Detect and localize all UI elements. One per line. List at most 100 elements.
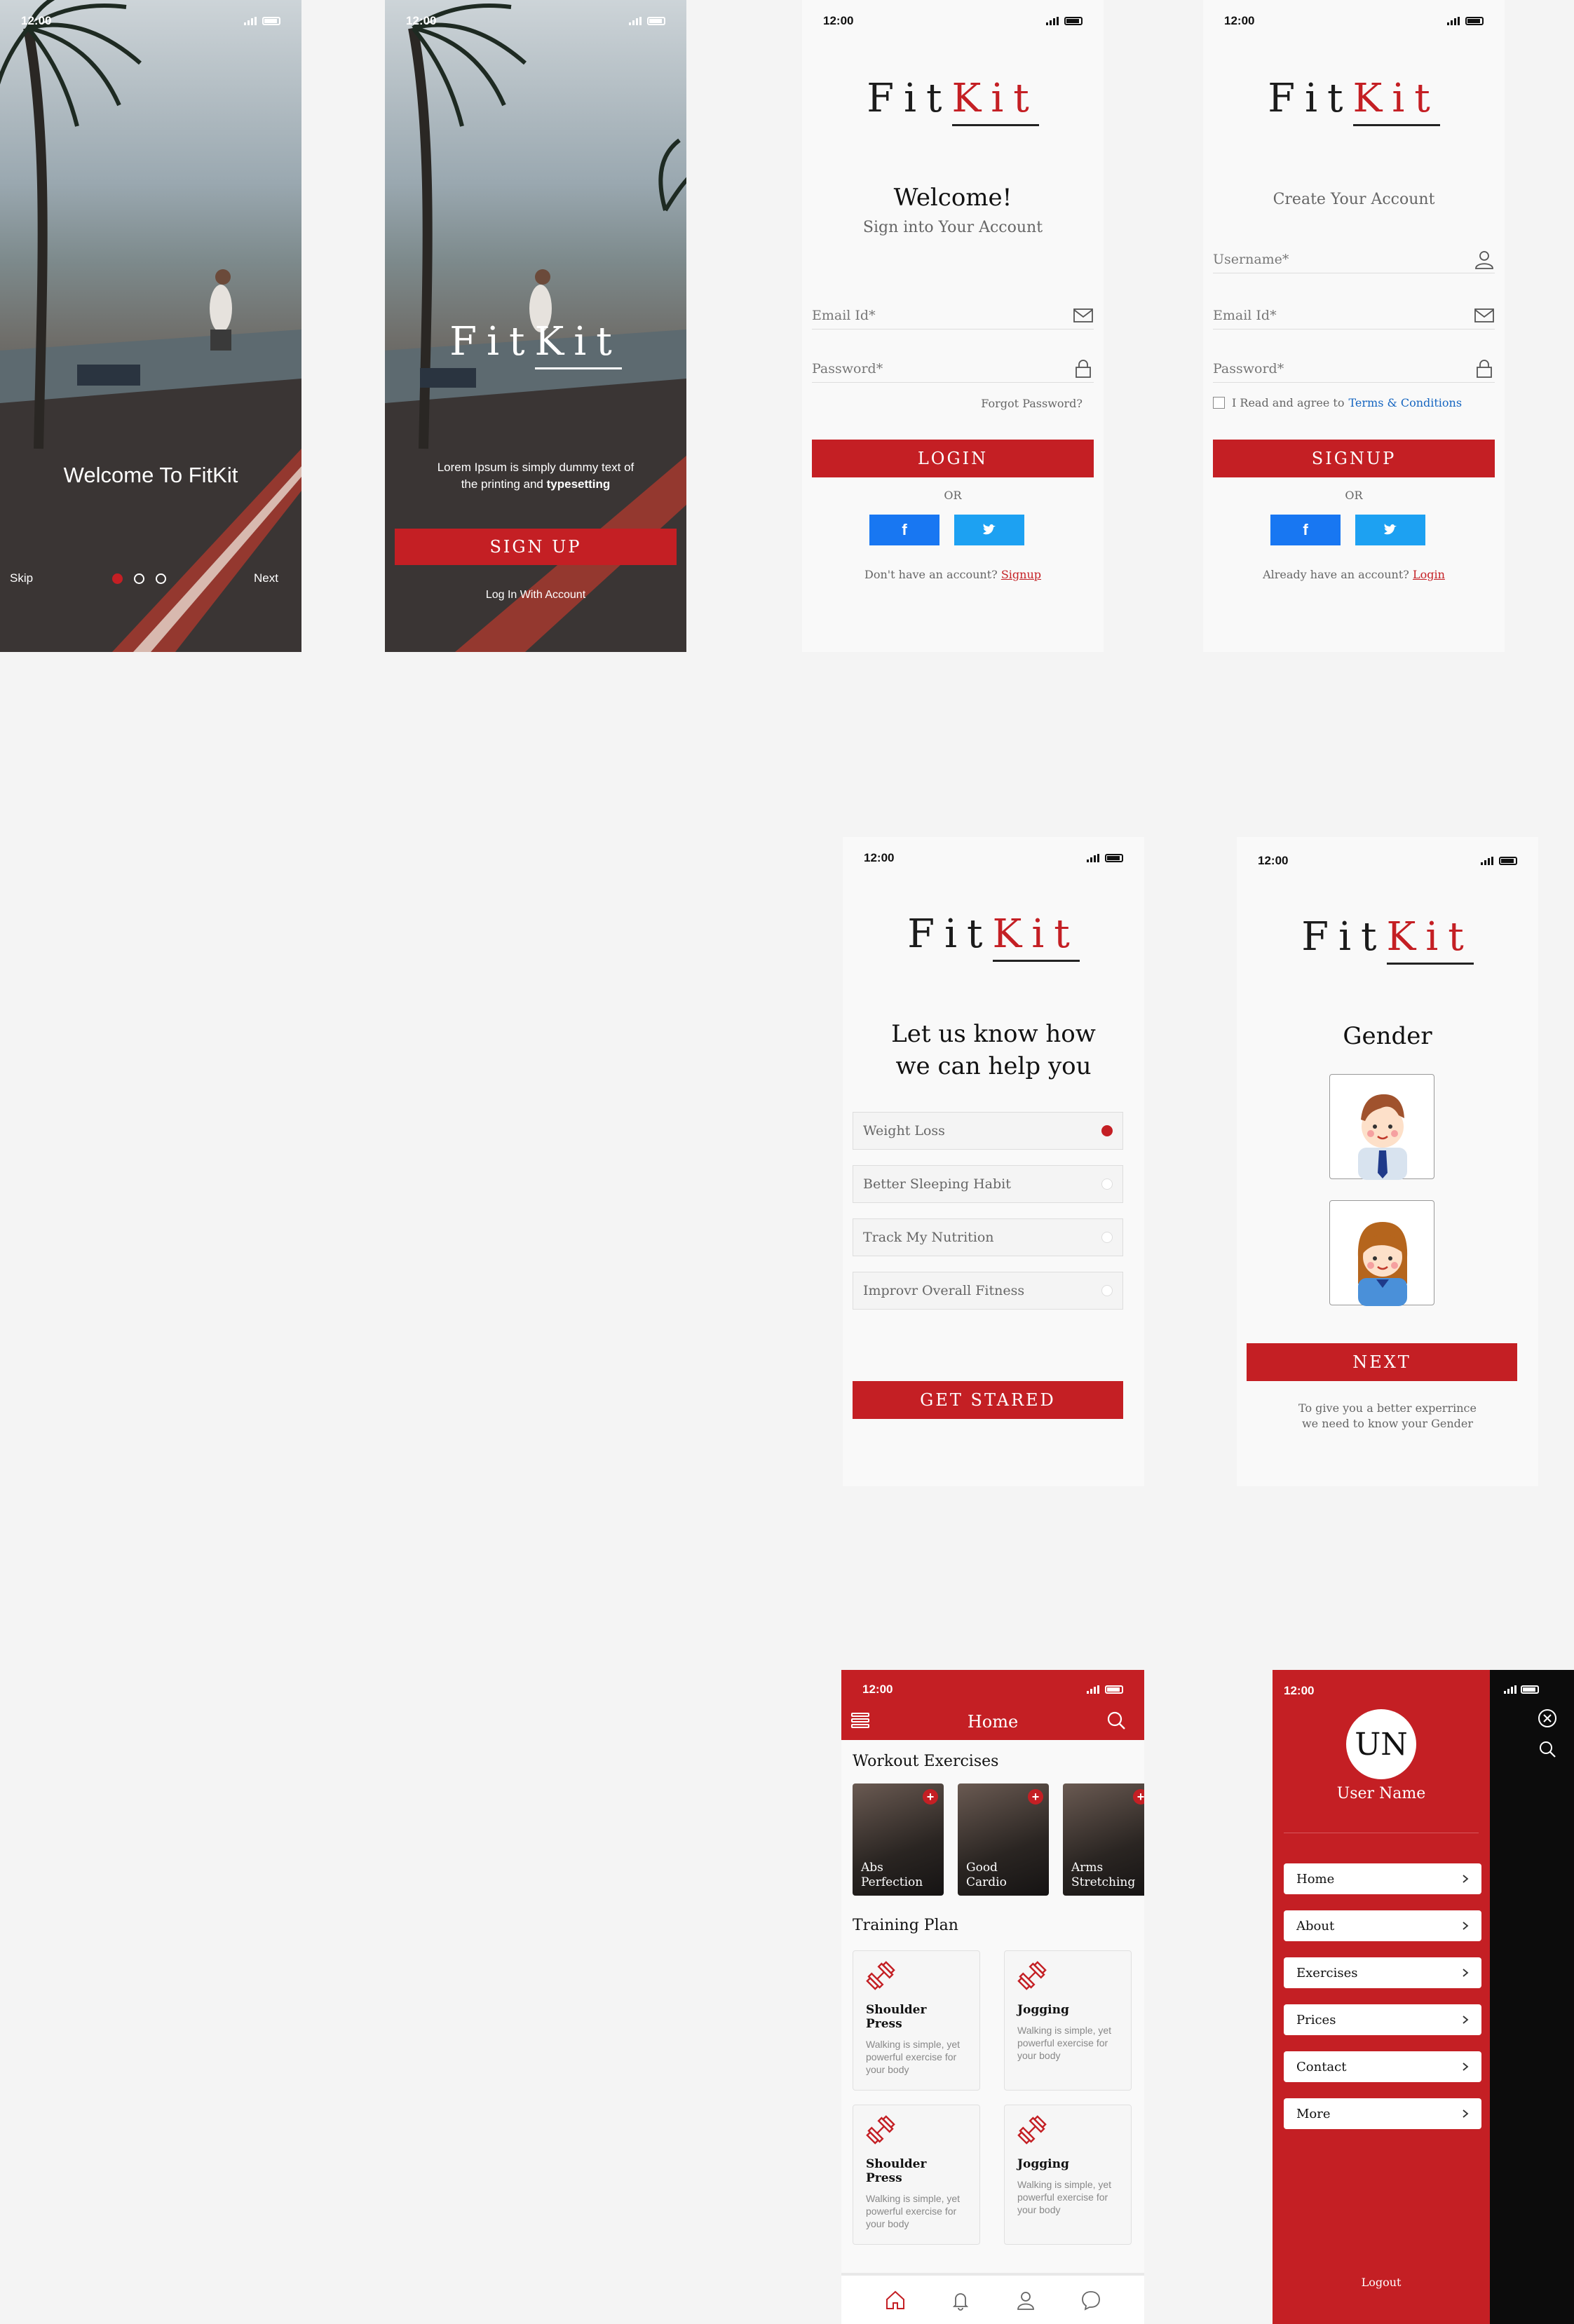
signup-prompt: Don't have an account? Signup [864,568,1042,581]
goals-screen: 12:00 FitKit Let us know how we can help… [843,837,1144,1486]
drawer-panel: 12:00 UN User Name Home About Exercises … [1273,1670,1490,2324]
add-icon[interactable]: + [1133,1789,1144,1805]
add-icon[interactable]: + [1028,1789,1043,1805]
app-logo: FitKit [1237,914,1538,965]
password-field[interactable]: Password* [1213,355,1495,383]
status-bar: 12:00 [0,0,301,42]
female-avatar-icon [1357,1222,1408,1306]
chevron-right-icon [1463,2109,1469,2118]
splash-screen: 12:00 FitKit Lorem Ipsum is simply dummy… [385,0,686,652]
username-field[interactable]: Username* [1213,245,1495,273]
chevron-right-icon [1463,1875,1469,1883]
drawer-time: 12:00 [1284,1684,1315,1697]
status-bar: 12:00 [1203,0,1505,42]
chat-icon[interactable] [1080,2290,1101,2311]
forgot-password-link[interactable]: Forgot Password? [981,397,1083,410]
login-prompt: Already have an account? Login [1263,568,1445,581]
page-dot-active[interactable] [112,573,123,584]
page-dot[interactable] [134,573,144,584]
logout-link[interactable]: Logout [1273,2276,1490,2289]
dumbbell-icon [1017,2115,1047,2145]
radio-icon [1101,1232,1113,1243]
signup-button[interactable]: SIGNUP [1213,440,1495,477]
facebook-button[interactable]: f [1270,515,1341,545]
app-logo: FitKit [843,911,1144,962]
bell-icon[interactable] [950,2290,971,2311]
twitter-icon [983,524,996,535]
user-icon [1475,250,1493,269]
gender-note: To give you a better experrince we need … [1298,1401,1477,1430]
goal-option-nutrition[interactable]: Track My Nutrition [853,1218,1123,1256]
terms-link[interactable]: Terms & Conditions [1348,396,1462,409]
sign-up-button[interactable]: SIGN UP [395,529,677,565]
terms-checkbox[interactable] [1213,397,1225,409]
workout-card[interactable]: + Arms Stretching [1063,1783,1144,1896]
drawer-screen: 12:00 UN User Name Home About Exercises … [1273,1670,1574,2324]
twitter-button[interactable] [954,515,1024,545]
gender-title: Gender [1343,1022,1432,1050]
email-field[interactable]: Email Id* [812,301,1094,329]
page-indicator [112,573,166,584]
menu-item-contact[interactable]: Contact [1284,2051,1481,2082]
facebook-button[interactable]: f [869,515,939,545]
workout-card[interactable]: + Abs Perfection [853,1783,944,1896]
home-icon[interactable] [885,2290,906,2311]
menu-item-exercises[interactable]: Exercises [1284,1957,1481,1988]
menu-item-more[interactable]: More [1284,2098,1481,2129]
signup-link[interactable]: Signup [1001,568,1041,581]
plan-card[interactable]: Shoulder Press Walking is simple, yet po… [853,1950,980,2091]
app-logo: FitKit [1203,76,1505,126]
home-header: 12:00 Home [841,1670,1144,1740]
login-button[interactable]: LOGIN [812,440,1094,477]
status-bar: 12:00 [802,0,1104,42]
facebook-icon: f [1303,521,1308,538]
chevron-right-icon [1463,2016,1469,2024]
home-header-title: Home [967,1712,1019,1732]
login-link[interactable]: Login [1413,568,1445,581]
get-started-button[interactable]: GET STARED [853,1381,1123,1419]
user-icon[interactable] [1015,2290,1036,2311]
goal-option-fitness[interactable]: Improvr Overall Fitness [853,1272,1123,1310]
dumbbell-icon [866,1961,895,1990]
skip-link[interactable]: Skip [10,571,33,585]
or-divider: OR [944,489,962,502]
menu-item-about[interactable]: About [1284,1910,1481,1941]
plan-card[interactable]: Jogging Walking is simple, yet powerful … [1004,2105,1132,2245]
goal-option-sleeping[interactable]: Better Sleeping Habit [853,1165,1123,1203]
search-icon[interactable] [1106,1711,1126,1730]
chevron-right-icon [1463,1969,1469,1977]
login-screen: 12:00 FitKit Welcome! Sign into Your Acc… [802,0,1104,652]
or-divider: OR [1345,489,1363,502]
login-with-account-link[interactable]: Log In With Account [385,589,686,602]
menu-item-home[interactable]: Home [1284,1863,1481,1894]
avatar: UN [1346,1709,1416,1779]
next-button[interactable]: NEXT [1247,1343,1517,1381]
status-bar: 12:00 [843,837,1144,879]
male-option[interactable] [1329,1074,1434,1180]
female-option[interactable] [1329,1200,1434,1306]
goal-option-weight-loss[interactable]: Weight Loss [853,1112,1123,1150]
app-logo: FitKit [802,76,1104,126]
next-link[interactable]: Next [254,571,278,585]
add-icon[interactable]: + [923,1789,938,1805]
search-icon[interactable] [1538,1740,1556,1758]
email-field[interactable]: Email Id* [1213,301,1495,329]
twitter-button[interactable] [1355,515,1425,545]
chevron-right-icon [1463,2063,1469,2071]
close-icon[interactable] [1537,1708,1558,1729]
plan-section-title: Training Plan [853,1917,958,1934]
welcome-title: Welcome To FitKit [63,463,238,487]
status-bar: 12:00 [1237,840,1538,882]
lock-icon [1477,359,1492,378]
workout-card[interactable]: + Good Cardio [958,1783,1049,1896]
password-field[interactable]: Password* [812,355,1094,383]
plan-card[interactable]: Jogging Walking is simple, yet powerful … [1004,1950,1132,2091]
plan-card[interactable]: Shoulder Press Walking is simple, yet po… [853,2105,980,2245]
page-dot[interactable] [156,573,166,584]
signup-screen: 12:00 FitKit Create Your Account Usernam… [1203,0,1505,652]
splash-description: Lorem Ipsum is simply dummy text of the … [437,461,635,491]
menu-item-prices[interactable]: Prices [1284,2004,1481,2035]
dumbbell-icon [866,2115,895,2145]
drawer-username: User Name [1336,1785,1426,1802]
status-bar: 12:00 [385,0,686,42]
